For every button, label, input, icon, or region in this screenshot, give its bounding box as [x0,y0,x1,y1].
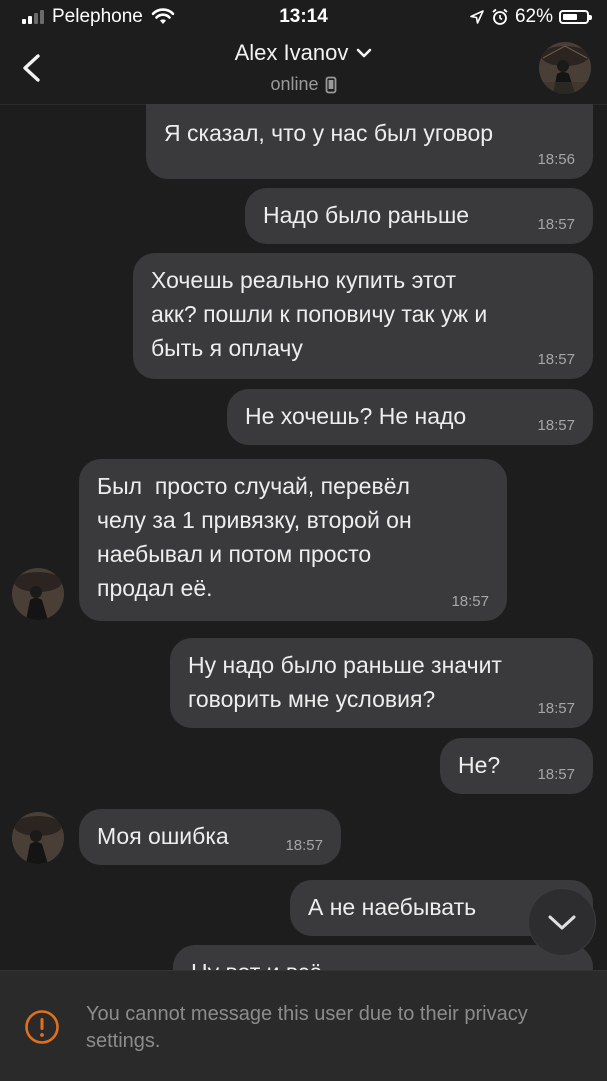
message-text: Ну надо было раньше значит говорить мне … [188,652,502,712]
sender-avatar[interactable] [12,568,64,620]
status-right: 62% [469,6,592,28]
contact-status: online [270,74,319,94]
contact-name: Alex Ivanov [234,40,349,65]
message-time: 18:57 [537,417,575,434]
message-time: 18:57 [537,766,575,783]
message-text: Хочешь реально купить этот акк? пошли к … [151,267,488,361]
message-text: Я сказал, что у нас был уговор [164,120,494,146]
message-time: 18:57 [537,700,575,717]
chevron-down-icon [357,48,372,58]
avatar-image [12,568,64,620]
message-bubble-incoming[interactable]: Моя ошибка 18:57 [79,809,341,865]
message-bubble-outgoing[interactable]: Не? 18:57 [440,738,593,794]
location-arrow-icon [470,10,484,24]
message-time: 18:57 [451,593,489,610]
message-time: 18:56 [537,151,575,168]
message-bubble-outgoing[interactable]: Хочешь реально купить этот акк? пошли к … [133,253,593,379]
avatar-image [539,42,591,94]
message-list[interactable]: Я сказал, что у нас был уговор 18:56 Над… [0,104,607,970]
warning-circle-icon [25,1010,59,1044]
message-bubble-incoming[interactable]: Был просто случай, перевёл челу за 1 при… [79,459,507,621]
status-bar: Pelephone 13:14 62% [0,0,607,34]
header-avatar[interactable] [539,42,591,94]
chevron-down-icon [548,915,576,930]
phone-device-icon [325,76,336,93]
message-bubble-outgoing[interactable]: Я сказал, что у нас был уговор 18:56 [146,104,593,179]
avatar-image [12,812,64,864]
battery-percent: 62% [514,6,553,27]
message-text: Ну вот и всё [191,955,575,970]
chat-header: Alex Ivanov online [0,34,607,105]
notice-text: You cannot message this user due to thei… [86,1003,528,1052]
message-text: Был просто случай, перевёл челу за 1 при… [97,473,412,601]
scroll-to-bottom-button[interactable] [528,888,596,956]
alarm-icon [492,8,508,25]
message-bubble-outgoing[interactable]: Ну надо было раньше значит говорить мне … [170,638,593,728]
privacy-notice: You cannot message this user due to thei… [0,970,607,1081]
battery-icon [559,10,592,24]
message-time: 18:57 [537,216,575,233]
message-text: Надо было раньше [263,202,470,228]
sender-avatar[interactable] [12,812,64,864]
message-time: 18:57 [537,351,575,368]
message-bubble-outgoing[interactable]: Не хочешь? Не надо 18:57 [227,389,593,445]
message-time: 18:57 [285,837,323,854]
message-bubble-outgoing[interactable]: Надо было раньше 18:57 [245,188,593,244]
message-text: Не хочешь? Не надо [245,403,467,429]
contact-title[interactable]: Alex Ivanov online [0,40,607,95]
